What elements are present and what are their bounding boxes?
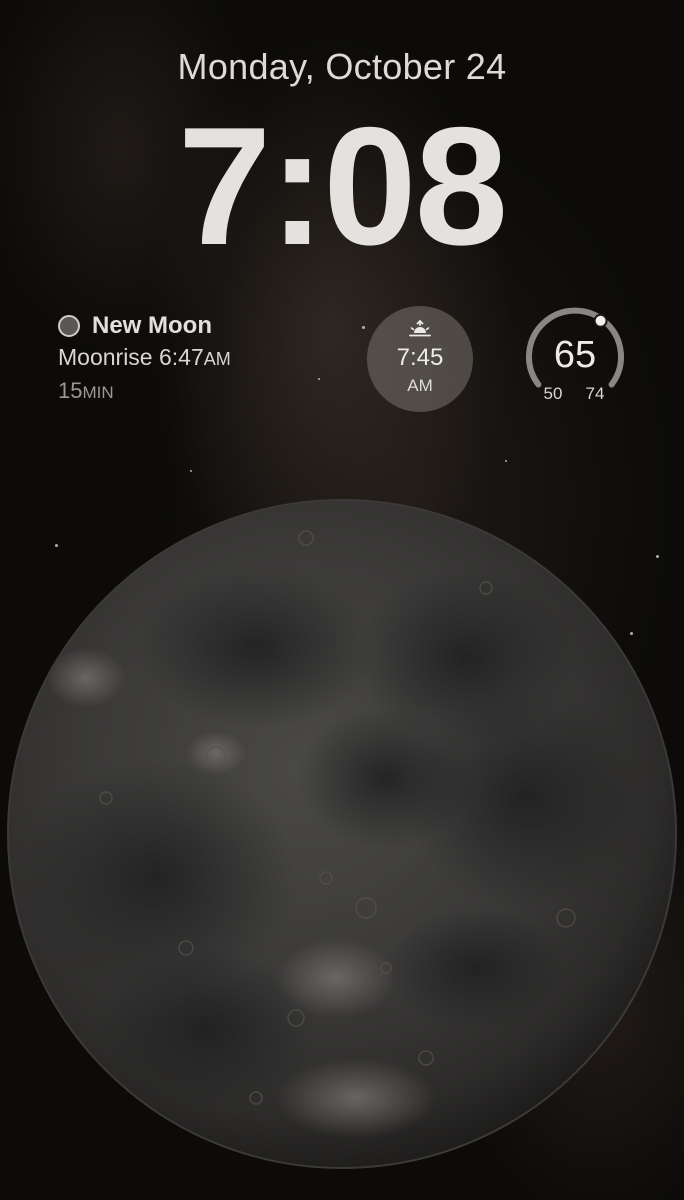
- low-temperature: 50: [543, 384, 563, 403]
- moon-phase-widget[interactable]: New Moon Moonrise 6:47AM 15MIN: [58, 310, 338, 404]
- current-temperature: 65: [553, 334, 597, 376]
- moon-phase-name: New Moon: [92, 312, 212, 339]
- duration-value: 15: [58, 378, 83, 403]
- star: [190, 470, 192, 472]
- sunrise-icon: [409, 320, 431, 337]
- moonrise-label: Moonrise 6:47: [58, 344, 204, 370]
- star: [505, 460, 507, 462]
- sunrise-ampm: AM: [407, 376, 433, 395]
- moon-phase-row: New Moon: [58, 310, 338, 342]
- temperature-indicator-dot: [593, 313, 608, 328]
- moon-duration: 15MIN: [58, 378, 338, 404]
- moonrise-ampm: AM: [203, 349, 231, 369]
- moon-image: [7, 499, 677, 1169]
- new-moon-icon: [58, 315, 80, 337]
- star: [362, 326, 365, 329]
- lock-screen-date: Monday, October 24: [177, 46, 507, 87]
- duration-unit: MIN: [82, 383, 114, 402]
- moonrise-time: Moonrise 6:47AM: [58, 344, 338, 376]
- weather-widget[interactable]: 65 50 74: [520, 304, 630, 414]
- sunrise-time: 7:45: [396, 344, 444, 371]
- sunrise-widget[interactable]: 7:45 AM: [367, 306, 473, 412]
- high-temperature: 74: [585, 384, 605, 403]
- lock-screen-time: 7:08: [177, 92, 508, 280]
